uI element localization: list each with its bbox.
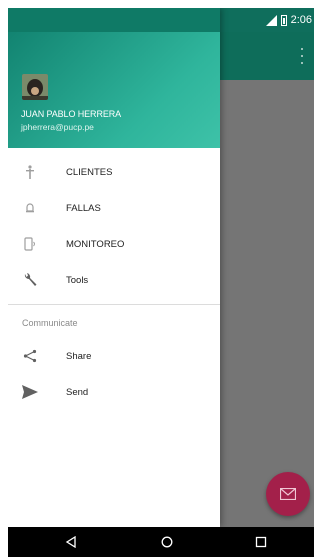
section-title-communicate: Communicate	[22, 318, 78, 328]
avatar-photo	[22, 74, 48, 100]
avatar[interactable]	[22, 74, 48, 100]
battery-icon	[280, 14, 287, 26]
mail-icon	[280, 488, 296, 500]
home-icon	[161, 536, 173, 548]
menu-item-label: CLIENTES	[66, 166, 113, 178]
status-time: 2:06	[290, 14, 312, 26]
menu-item-label: FALLAS	[66, 202, 101, 214]
menu-item-label: Send	[66, 386, 89, 398]
share-icon	[22, 348, 38, 364]
menu-item-label: Share	[66, 350, 92, 362]
drawer-header: JUAN PABLO HERRERA jpherrera@pucp.pe	[8, 8, 220, 148]
menu-item-share[interactable]: Share	[8, 338, 220, 374]
status-icons: 2:06	[265, 12, 312, 28]
navigation-drawer: JUAN PABLO HERRERA jpherrera@pucp.pe CLI…	[8, 8, 220, 527]
alarm-bell-icon	[22, 200, 38, 216]
menu-item-tools[interactable]: Tools	[8, 262, 220, 298]
app-toolbar	[220, 32, 314, 80]
user-email: jpherrera@pucp.pe	[21, 122, 94, 132]
menu-item-fallas[interactable]: FALLAS	[8, 190, 220, 226]
home-button[interactable]	[147, 527, 187, 557]
recents-button[interactable]	[241, 527, 281, 557]
user-name: JUAN PABLO HERRERA	[21, 109, 122, 119]
drawer-status-strip	[8, 8, 220, 32]
person-icon	[22, 164, 38, 180]
signal-icon	[265, 14, 277, 26]
send-icon	[22, 384, 38, 400]
back-icon	[65, 536, 76, 548]
menu-item-clientes[interactable]: CLIENTES	[8, 154, 220, 190]
menu-item-monitoreo[interactable]: MONITOREO	[8, 226, 220, 262]
overflow-menu-icon[interactable]	[300, 48, 304, 64]
system-navigation-bar	[8, 527, 314, 557]
phone-monitor-icon	[22, 236, 38, 252]
back-button[interactable]	[51, 527, 91, 557]
wrench-icon	[22, 272, 38, 288]
app-window: 2:06 JUAN PABLO HERRERA jpherrera@pucp.p…	[8, 8, 314, 557]
menu-item-label: Tools	[66, 274, 89, 286]
menu-item-send[interactable]: Send	[8, 374, 220, 410]
menu-divider	[8, 304, 220, 305]
recents-icon	[255, 536, 267, 548]
email-fab-button[interactable]	[266, 472, 310, 516]
menu-item-label: MONITOREO	[66, 238, 125, 250]
